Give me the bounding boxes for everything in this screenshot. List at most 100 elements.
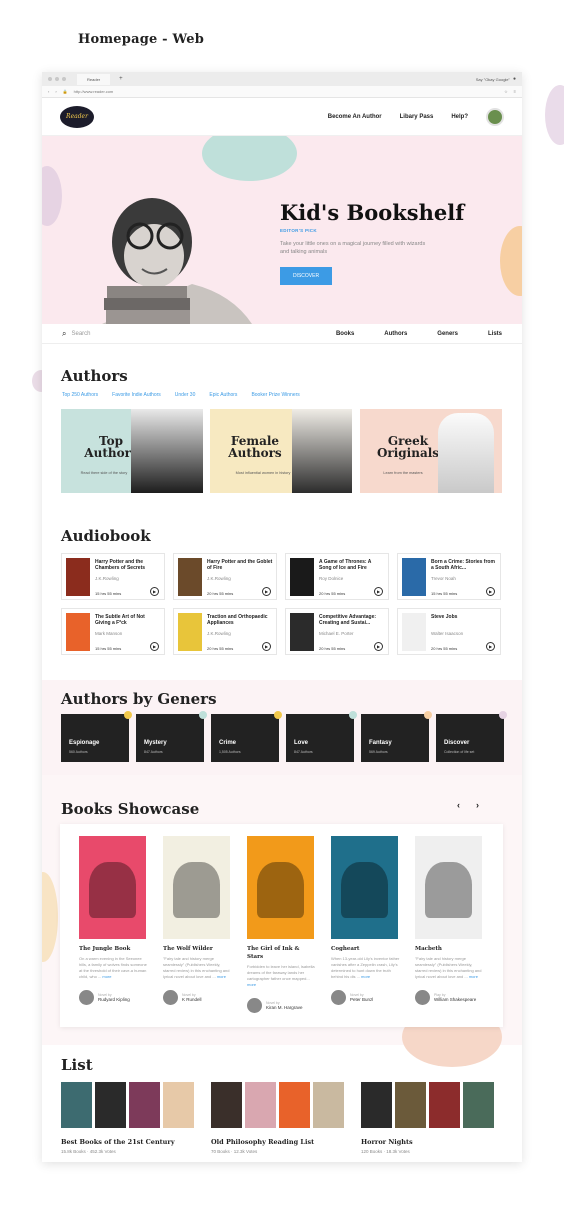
audiobook-card[interactable]: Competitive Advantage: Creating and Sust…: [285, 608, 389, 655]
desc-text: On a warm evening in the Seeonee hills, …: [79, 956, 147, 979]
menu-icon[interactable]: ≡: [514, 89, 516, 94]
discover-button[interactable]: DISCOVER: [280, 267, 332, 285]
play-icon[interactable]: ▶: [150, 587, 159, 596]
audiobook-title: Traction and Orthopaedic Appliances: [207, 614, 268, 626]
gener-card[interactable]: Love 847 Authors: [286, 711, 357, 762]
play-icon[interactable]: ▶: [150, 642, 159, 651]
audiobook-author: J.K.Rowling: [95, 576, 119, 581]
hero-title: Kid's Bookshelf: [280, 200, 465, 225]
showcase-book[interactable]: The Wolf Wilder "Fairy tale and history m…: [163, 836, 233, 1005]
audiobook-card[interactable]: Born a Crime: Stories from a South Afric…: [397, 553, 501, 600]
audiobook-card[interactable]: Harry Potter and the Chambers of Secrets…: [61, 553, 165, 600]
tab-authors[interactable]: Authors: [384, 331, 407, 337]
play-icon[interactable]: ▶: [374, 587, 383, 596]
audiobook-card[interactable]: Steve Jobs Walter Isaacson 20 hrs 55 mins ▶: [397, 608, 501, 655]
gener-card[interactable]: Fantasy 569 Authors: [361, 711, 432, 762]
play-icon[interactable]: ▶: [262, 642, 271, 651]
tab-lists[interactable]: Lists: [488, 331, 502, 337]
list-group[interactable]: Horror Nights 120 Books · 18.3k Votes: [361, 1082, 495, 1154]
window-dot[interactable]: [48, 77, 52, 81]
gener-card[interactable]: Espionage 560 Authors: [61, 711, 132, 762]
play-icon[interactable]: ▶: [374, 642, 383, 651]
tab-geners[interactable]: Geners: [437, 331, 458, 337]
search-bar: ⌕ Search Books Authors Geners Lists: [42, 324, 522, 344]
user-avatar[interactable]: [486, 107, 504, 126]
book-cover: [402, 558, 426, 596]
author-avatar[interactable]: [163, 990, 178, 1005]
more-link[interactable]: more: [102, 974, 111, 979]
search-icon[interactable]: ⌕: [62, 329, 66, 339]
showcase-book[interactable]: The Girl of Ink & Stars Forbidden to leav…: [247, 836, 317, 1013]
author-avatar[interactable]: [247, 998, 262, 1013]
filter-link[interactable]: Epic Authors: [209, 392, 237, 398]
list-group[interactable]: Old Philosophy Reading List 70 Books · 12…: [211, 1082, 345, 1154]
lock-icon: 🔒: [62, 89, 68, 94]
play-icon[interactable]: ▶: [486, 642, 495, 651]
site-logo[interactable]: Reader: [60, 105, 94, 128]
author-name: William Shakespeare: [434, 997, 477, 1002]
audiobook-duration: 20 hrs 55 mins: [319, 591, 346, 596]
nav-become-author[interactable]: Become An Author: [328, 114, 382, 120]
filter-link[interactable]: Under 30: [175, 392, 196, 398]
mic-icon[interactable]: ●: [513, 76, 516, 82]
author-avatar[interactable]: [331, 990, 346, 1005]
author-card-subtitle: Read there side of the story: [80, 471, 128, 475]
audiobook-title: Harry Potter and the Chambers of Secrets: [95, 559, 146, 571]
more-link[interactable]: more: [217, 974, 226, 979]
more-link[interactable]: more: [247, 982, 256, 987]
list-covers: [61, 1082, 195, 1128]
author-card-top[interactable]: Top Authors Read there side of the story: [61, 409, 203, 493]
author-avatar[interactable]: [415, 990, 430, 1005]
url-field[interactable]: http://www.reader.com: [74, 89, 114, 94]
gener-card[interactable]: Discover Collection of life set: [436, 711, 507, 762]
nav-help[interactable]: Help?: [451, 114, 468, 120]
filter-link[interactable]: Favorite Indie Authors: [112, 392, 161, 398]
showcase-book[interactable]: The Jungle Book On a warm evening in the …: [79, 836, 149, 1005]
forward-icon[interactable]: ›: [55, 89, 56, 94]
desc-text: Forbidden to leave her island, Isabella …: [247, 964, 315, 981]
list-group[interactable]: Best Books of the 21st Century 15.8k Book…: [61, 1082, 195, 1154]
decor-blob: [500, 226, 522, 296]
tab-books[interactable]: Books: [336, 331, 354, 337]
showcase-book[interactable]: Macbeth "Fairy tale and history merge sea…: [415, 836, 485, 1005]
audiobook-duration: 20 hrs 55 mins: [319, 646, 346, 651]
play-icon[interactable]: ▶: [262, 587, 271, 596]
address-bar: ‹ › 🔒 http://www.reader.com ☆ ≡: [42, 86, 522, 98]
hero-girl-image: [102, 198, 252, 324]
next-arrow-icon[interactable]: ›: [476, 800, 479, 810]
cover-art: [341, 861, 388, 919]
back-icon[interactable]: ‹: [48, 89, 49, 94]
audiobook-duration: 15 hrs 55 mins: [431, 591, 458, 596]
star-icon[interactable]: ☆: [504, 89, 508, 94]
list-covers: [211, 1082, 345, 1128]
audiobook-author: J.K.Rowling: [207, 576, 231, 581]
author-avatar[interactable]: [79, 990, 94, 1005]
audiobook-card[interactable]: Harry Potter and the Goblet of Fire J.K.R…: [173, 553, 277, 600]
play-icon[interactable]: ▶: [486, 587, 495, 596]
showcase-book[interactable]: Cogheart When 13-year-old Lily's inventor…: [331, 836, 401, 1005]
browser-tab[interactable]: Reader: [77, 73, 111, 85]
author-card-greek[interactable]: Greek Originals Learn from the masters: [360, 409, 502, 493]
more-link[interactable]: more: [469, 974, 478, 979]
window-dot[interactable]: [55, 77, 59, 81]
audiobook-card[interactable]: Traction and Orthopaedic Appliances J.K.R…: [173, 608, 277, 655]
cover-art: [173, 861, 220, 919]
search-input[interactable]: Search: [71, 331, 90, 337]
window-dot[interactable]: [62, 77, 66, 81]
gener-card[interactable]: Crime 1,505 Authors: [211, 711, 282, 762]
new-tab-icon[interactable]: +: [119, 76, 123, 82]
audiobook-author: Mark Manson: [95, 631, 123, 636]
more-link[interactable]: more: [361, 974, 370, 979]
list-meta: 120 Books · 18.3k Votes: [361, 1149, 410, 1154]
nav-library-pass[interactable]: Libary Pass: [400, 114, 434, 120]
audiobook-card[interactable]: A Game of Thrones: A Song of Ice and Fir…: [285, 553, 389, 600]
book-cover: [163, 836, 230, 939]
audiobook-card[interactable]: The Subtle Art of Not Giving a F*ck Mark …: [61, 608, 165, 655]
prev-arrow-icon[interactable]: ‹: [457, 800, 460, 810]
book-cover: [313, 1082, 344, 1128]
decor-dot: [424, 711, 432, 719]
gener-card[interactable]: Mystery 847 Authors: [136, 711, 207, 762]
author-card-female[interactable]: Female Authors Most influential women in…: [210, 409, 352, 493]
filter-link[interactable]: Top 250 Authors: [62, 392, 98, 398]
filter-link[interactable]: Booker Prize Winners: [251, 392, 299, 398]
